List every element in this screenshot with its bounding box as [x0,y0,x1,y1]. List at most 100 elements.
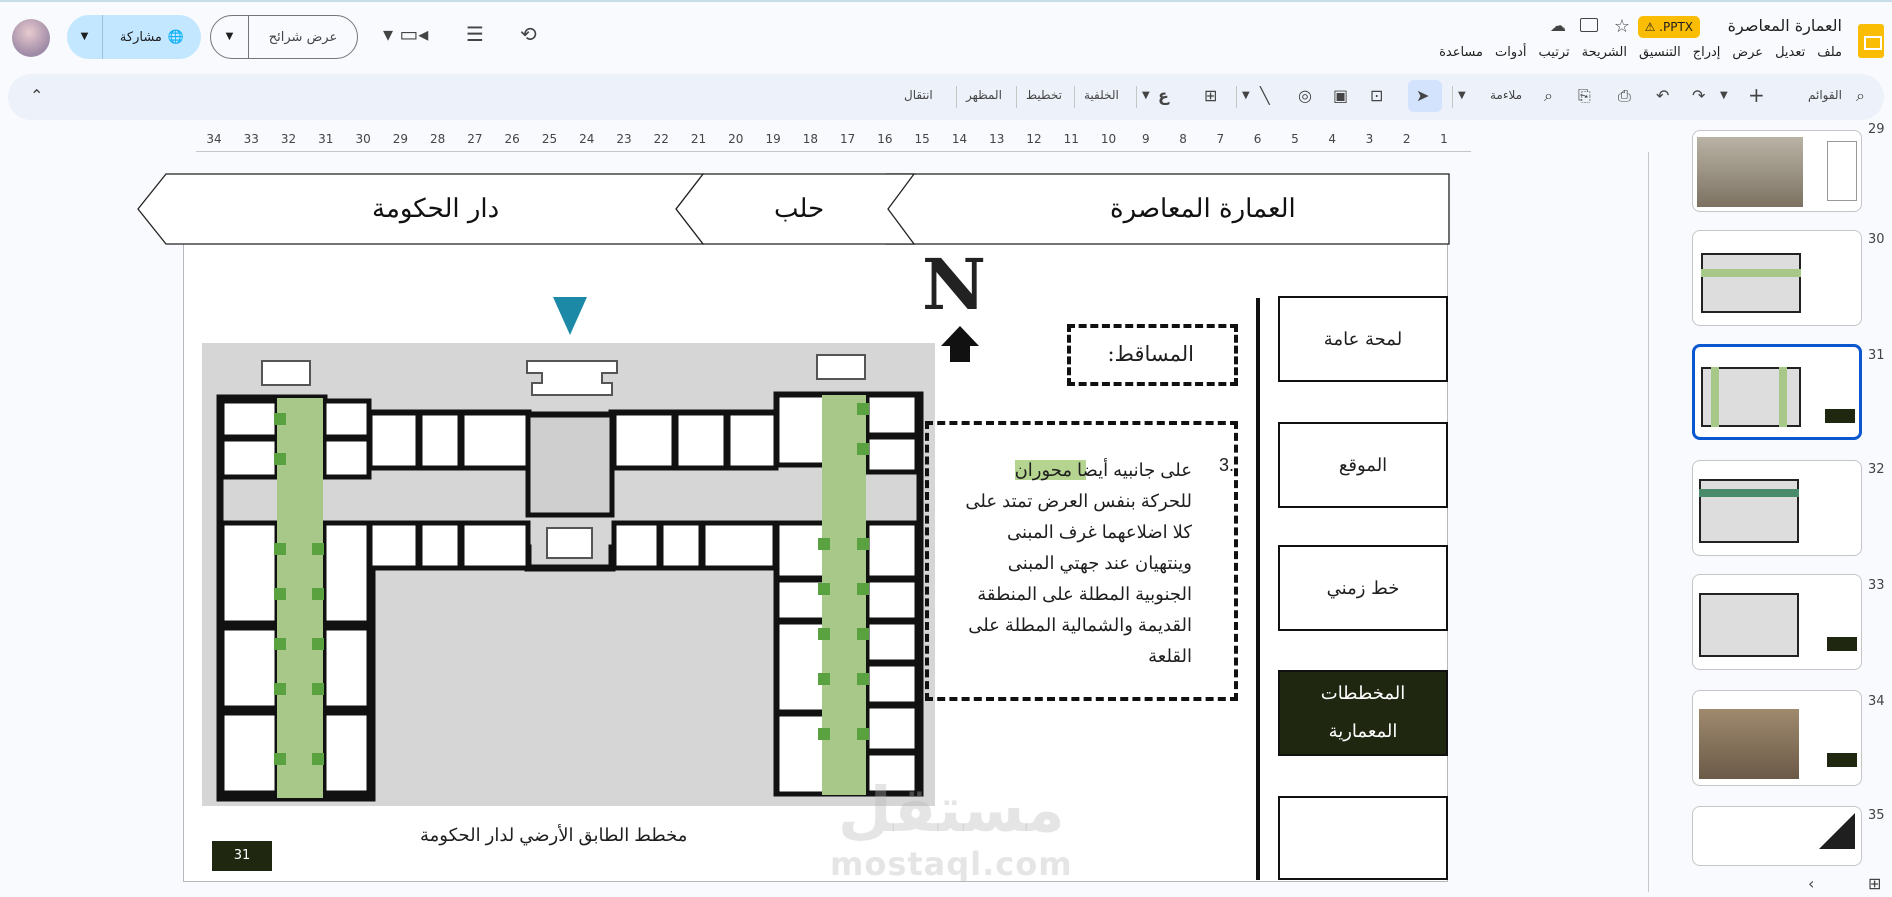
menu-edit[interactable]: تعديل [1775,45,1805,60]
ruler-tick-label: 21 [690,132,707,146]
undo-icon[interactable]: ↶ [1656,86,1669,105]
thumbnail-31[interactable] [1692,344,1862,440]
history-icon[interactable]: ⟲ [520,22,537,46]
thumbnail-axis [1711,367,1719,427]
list-number: 3. [1218,455,1234,475]
ruler-tick-label: 15 [914,132,930,146]
paint-format-icon[interactable]: ⎘ [1578,86,1591,106]
ruler-tick-label: 9 [1141,132,1150,146]
menu-slide[interactable]: الشريحة [1582,45,1627,60]
image-icon[interactable]: ▣ [1333,86,1348,105]
layout-button[interactable]: تخطيط [1026,88,1062,102]
grid-view-icon[interactable]: ⊞ [1868,874,1881,893]
collapse-toolbar-icon[interactable]: ⌃ [30,86,43,105]
textbox-icon[interactable]: ⊡ [1370,86,1383,105]
select-icon[interactable]: ➤ [1416,86,1429,105]
star-icon[interactable]: ☆ [1614,16,1630,37]
toolbar-divider [956,86,957,108]
thumbnail-34[interactable] [1692,690,1862,786]
comment-add-icon[interactable]: ⊞ [1204,86,1217,105]
zoom-fit-label[interactable]: ملاءمة [1490,88,1522,102]
nav-location-label: الموقع [1338,454,1388,476]
ruler-tick-label: 2 [1402,132,1411,146]
thumbnail-photo [1697,137,1803,207]
ruler-tick-label: 32 [280,132,297,146]
thumbnail-29[interactable] [1692,130,1862,212]
watermark-latin: mostaql.com [830,845,1073,883]
zoom-dropdown-icon[interactable]: ▼ [1458,90,1466,101]
north-label: N [922,243,986,326]
thumbnail-32[interactable] [1692,460,1862,556]
description-line-1: على جانبيه أيضا محوران [1014,460,1192,480]
thumbnail-30[interactable] [1692,230,1862,326]
print-icon[interactable]: ⎙ [1618,86,1631,106]
thumbnail-35[interactable] [1692,806,1862,866]
comments-icon[interactable]: ☰ [466,22,484,46]
thumbnail-33[interactable] [1692,574,1862,670]
floor-plan-image[interactable] [202,343,935,806]
slideshow-dropdown-icon[interactable]: ▼ [211,16,249,58]
chevron-left-icon[interactable]: ‹ [1808,874,1814,893]
thumbnail-number: 33 [1868,578,1885,593]
thumbnail-plan [1699,593,1799,657]
background-button[interactable]: الخلفية [1084,88,1119,102]
transition-button[interactable]: انتقال [904,88,933,102]
ruler-tick-label: 25 [541,132,558,146]
north-arrow-stem [950,344,970,362]
share-button[interactable]: ▼ مشاركة 🌐 [67,15,201,59]
nav-timeline-button[interactable]: خط زمني [1278,545,1448,631]
move-folder-icon[interactable] [1580,18,1598,32]
redo-icon[interactable]: ↷ [1692,86,1705,105]
share-dropdown-icon[interactable]: ▼ [67,15,103,59]
ruler-tick-label: 27 [467,132,483,146]
menu-help[interactable]: مساعدة [1439,45,1483,60]
document-title[interactable]: العمارة المعاصرة [1728,16,1842,35]
menu-arrange[interactable]: ترتيب [1539,45,1570,60]
ribbon-title[interactable]: العمارة المعاصرة [1110,194,1296,224]
camera-icon[interactable]: ▾ ▭◂ [383,22,428,46]
line-icon[interactable]: ╲ [1260,86,1270,105]
menu-tools[interactable]: أدوات [1495,45,1527,60]
special-chars-icon[interactable]: ع [1158,86,1169,105]
watermark-arabic: مستقل [837,773,1065,846]
vertical-ruler[interactable] [1648,152,1668,892]
new-slide-dropdown-icon[interactable]: ▼ [1720,90,1728,101]
toolbar: ⌃ انتقال المظهر تخطيط الخلفية ▼ ع ⊞ ▼ ╲ … [8,74,1884,120]
ruler-tick-label: 17 [839,132,856,146]
cloud-status-icon[interactable]: ☁ [1550,16,1566,35]
ruler-tick-label: 20 [728,132,744,146]
slides-logo-icon[interactable] [1858,24,1884,58]
equation-dropdown-icon[interactable]: ▼ [1142,90,1150,101]
zoom-icon[interactable]: ⌕ [1544,86,1553,106]
section-label-box[interactable]: :المساقط [1067,324,1238,386]
description-line: للحركة بنفس العرض تمتد على [965,491,1192,511]
slide-thumbnails-panel: 29 30 31 32 33 34 35 ‹ ⊞ [1668,122,1892,897]
nav-plans-button[interactable]: المخططات المعمارية [1278,670,1448,756]
menu-file[interactable]: ملف [1817,45,1842,60]
ribbon-building[interactable]: دار الحكومة [372,194,499,224]
new-slide-icon[interactable]: + [1748,83,1765,107]
nav-location-button[interactable]: الموقع [1278,422,1448,508]
slideshow-button[interactable]: ▼ عرض شرائح [210,15,358,59]
ruler-tick-label: 18 [802,132,818,146]
share-label-wrap[interactable]: مشاركة 🌐 [103,30,201,45]
menus-search[interactable]: القوائم [1808,88,1842,102]
globe-icon: 🌐 [167,29,185,45]
share-label: مشاركة [119,29,162,45]
description-box[interactable]: 3. على جانبيه أيضا محوران للحركة بنفس ال… [925,421,1238,701]
menu-insert[interactable]: إدراج [1693,45,1721,60]
menu-format[interactable]: التنسيق [1639,45,1681,60]
line-dropdown-icon[interactable]: ▼ [1242,90,1250,101]
avatar[interactable] [12,19,50,57]
menu-view[interactable]: عرض [1732,45,1763,60]
ruler-tick-label: 7 [1216,132,1225,146]
search-icon[interactable]: ⌕ [1856,86,1865,106]
theme-button[interactable]: المظهر [966,88,1002,102]
ruler-tick-label: 26 [504,132,520,146]
description-line: كلا اضلاعهما غرف المبنى [1006,522,1192,542]
horizontal-ruler[interactable]: 34 33 32 31 30 29 28 27 26 25 24 23 22 21 20 19 18 17 16 15… [196,130,1471,152]
shape-icon[interactable]: ◎ [1298,86,1312,105]
ribbon-city[interactable]: حلب [774,194,824,224]
nav-overview-button[interactable]: لمحة عامة [1278,296,1448,382]
nav-empty-button[interactable] [1278,796,1448,880]
